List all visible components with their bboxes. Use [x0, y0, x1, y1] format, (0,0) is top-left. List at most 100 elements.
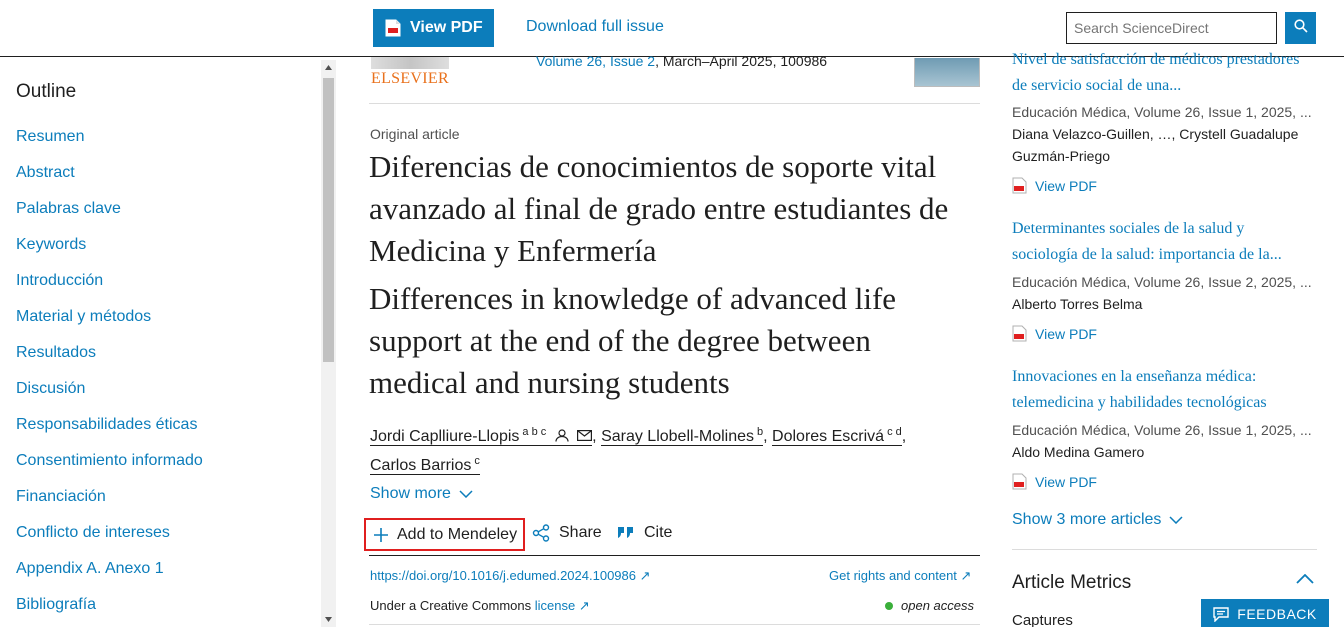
search-button[interactable]: [1285, 12, 1316, 44]
search-icon: [1293, 18, 1308, 38]
outline-item-palabras-clave[interactable]: Palabras clave: [16, 200, 121, 217]
related-article-link[interactable]: Nivel de satisfacción de médicos prestad…: [1012, 51, 1299, 94]
related-view-pdf-link[interactable]: View PDF: [1012, 177, 1097, 194]
external-link-icon: ↗: [578, 598, 590, 613]
cite-button[interactable]: Cite: [617, 524, 672, 542]
article-type: Original article: [370, 126, 460, 142]
outline-item-financiacion[interactable]: Financiación: [16, 488, 106, 505]
author-name: Carlos Barrios: [370, 457, 472, 474]
related-article-meta: Educación Médica, Volume 26, Issue 2, 20…: [1012, 274, 1312, 290]
pdf-icon: [385, 19, 401, 37]
related-article-title[interactable]: Innovaciones en la enseñanza médica: tel…: [1012, 364, 1312, 416]
license-link[interactable]: license ↗: [535, 598, 590, 613]
outline-item-keywords[interactable]: Keywords: [16, 236, 86, 253]
journal-date: , March–April 2025, 100986: [655, 53, 828, 69]
author-list: Jordi Caplliure-Llopis a b c , Saray Llob…: [370, 426, 907, 475]
chevron-down-icon: [459, 490, 473, 498]
view-pdf-button[interactable]: View PDF: [373, 9, 494, 47]
author-name: Dolores Escrivá: [772, 428, 885, 445]
add-to-mendeley-button[interactable]: Add to Mendeley: [364, 518, 525, 551]
license-line: Under a Creative Commons license ↗: [370, 598, 590, 614]
pdf-icon: [1012, 325, 1028, 342]
open-access-badge: open access: [885, 598, 974, 613]
show-more-label: Show more: [370, 485, 451, 502]
outline-item-responsabilidades-eticas[interactable]: Responsabilidades éticas: [16, 416, 197, 433]
feedback-button[interactable]: FEEDBACK: [1201, 599, 1329, 627]
show-more-button[interactable]: Show more: [370, 485, 473, 503]
outline-item-abstract[interactable]: Abstract: [16, 164, 75, 181]
open-access-label: open access: [901, 598, 974, 613]
related-view-pdf-link[interactable]: View PDF: [1012, 473, 1097, 490]
author-affiliation: a b c: [522, 426, 547, 438]
feedback-label: FEEDBACK: [1237, 606, 1317, 622]
author-affiliation: b: [757, 426, 764, 438]
article-metrics-title: Article Metrics: [1012, 572, 1132, 593]
external-link-icon: ↗: [960, 568, 972, 583]
related-article-link[interactable]: Determinantes sociales de la salud y soc…: [1012, 220, 1282, 263]
outline-item-conflicto-intereses[interactable]: Conflicto de intereses: [16, 524, 170, 541]
related-article-meta: Educación Médica, Volume 26, Issue 1, 20…: [1012, 104, 1312, 120]
open-access-dot-icon: [885, 601, 893, 610]
external-link-icon: ↗: [639, 568, 651, 583]
share-label: Share: [559, 524, 602, 541]
add-to-mendeley-label: Add to Mendeley: [397, 525, 518, 543]
captures-label: Captures: [1012, 612, 1073, 627]
author-link[interactable]: Jordi Caplliure-Llopis a b c: [370, 426, 593, 446]
download-full-issue-link[interactable]: Download full issue: [526, 18, 664, 36]
license-label: license: [534, 598, 576, 613]
outline-scrollbar-thumb[interactable]: [323, 78, 334, 362]
related-article-title[interactable]: Nivel de satisfacción de médicos prestad…: [1012, 47, 1312, 99]
article-title-es: Diferencias de conocimientos de soporte …: [369, 149, 949, 268]
outline-item-resultados[interactable]: Resultados: [16, 344, 96, 361]
author-link[interactable]: Saray Llobell-Molines b: [601, 426, 764, 446]
rights-link[interactable]: Get rights and content ↗: [829, 568, 971, 584]
divider: [369, 624, 980, 625]
related-article-authors: Diana Velazco-Guillen, …, Crystell Guada…: [1012, 126, 1299, 164]
publisher-logo: ELSEVIER: [371, 70, 449, 87]
scroll-up-arrow-icon[interactable]: [325, 65, 332, 70]
search-input[interactable]: [1066, 12, 1277, 44]
journal-cover-image[interactable]: [914, 58, 980, 87]
journal-info: Volume 26, Issue 2, March–April 2025, 10…: [536, 53, 827, 69]
related-article-link[interactable]: Innovaciones en la enseñanza médica: tel…: [1012, 368, 1267, 411]
outline-list: Resumen Abstract Palabras clave Keywords…: [16, 127, 203, 627]
elsevier-tree-logo: [371, 57, 449, 69]
divider: [369, 555, 980, 556]
show-more-articles-label: Show 3 more articles: [1012, 511, 1162, 528]
chevron-down-icon: [1169, 516, 1183, 524]
outline-item-material-metodos[interactable]: Material y métodos: [16, 308, 151, 325]
view-pdf-label: View PDF: [1035, 325, 1097, 342]
person-icon: [555, 429, 569, 442]
doi-link[interactable]: https://doi.org/10.1016/j.edumed.2024.10…: [370, 568, 651, 584]
show-more-articles-button[interactable]: Show 3 more articles: [1012, 511, 1183, 529]
author-name: Jordi Caplliure-Llopis: [370, 428, 520, 445]
author-affiliation: c: [474, 455, 480, 467]
related-view-pdf-link[interactable]: View PDF: [1012, 325, 1097, 342]
plus-icon: [374, 527, 388, 542]
author-link[interactable]: Dolores Escrivá c d: [772, 426, 902, 446]
outline-item-discusion[interactable]: Discusión: [16, 380, 85, 397]
view-pdf-label: View PDF: [1035, 473, 1097, 490]
scroll-down-arrow-icon[interactable]: [325, 617, 332, 622]
outline-item-bibliografia[interactable]: Bibliografía: [16, 596, 96, 613]
license-prefix: Under a Creative Commons: [370, 598, 535, 613]
chat-bubble-icon: [1213, 606, 1229, 622]
divider: [1012, 549, 1317, 550]
quote-icon: [618, 527, 633, 538]
author-affiliation: c d: [887, 426, 902, 438]
divider: [369, 103, 980, 104]
outline-item-introduccion[interactable]: Introducción: [16, 272, 103, 289]
author-link[interactable]: Carlos Barrios c: [370, 455, 480, 475]
outline-item-appendix[interactable]: Appendix A. Anexo 1: [16, 560, 164, 577]
view-pdf-label: View PDF: [410, 19, 483, 36]
outline-title: Outline: [16, 81, 77, 102]
outline-item-consentimiento-informado[interactable]: Consentimiento informado: [16, 452, 203, 469]
share-button[interactable]: Share: [532, 524, 602, 542]
related-article-title[interactable]: Determinantes sociales de la salud y soc…: [1012, 216, 1312, 268]
share-icon: [532, 524, 550, 542]
outline-item-resumen[interactable]: Resumen: [16, 128, 84, 145]
author-name: Saray Llobell-Molines: [601, 428, 755, 445]
volume-issue-link[interactable]: Volume 26, Issue 2: [536, 53, 655, 69]
chevron-up-icon[interactable]: [1296, 574, 1314, 584]
related-article-meta: Educación Médica, Volume 26, Issue 1, 20…: [1012, 422, 1312, 438]
